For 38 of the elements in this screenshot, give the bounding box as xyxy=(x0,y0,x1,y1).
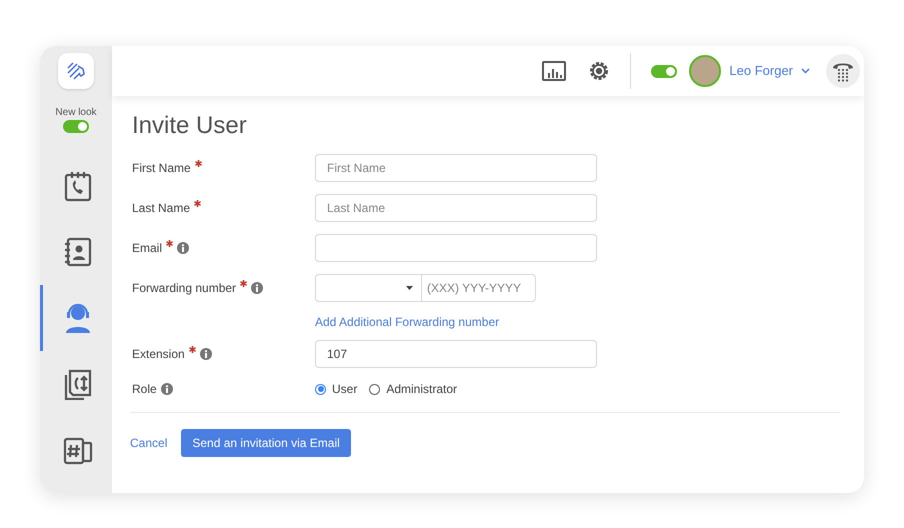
bar-chart-icon[interactable] xyxy=(542,61,566,81)
new-look-label: New look xyxy=(55,108,97,118)
radio-button[interactable] xyxy=(315,384,326,394)
field-label: Forwarding number xyxy=(132,280,236,297)
cancel-link[interactable]: Cancel xyxy=(130,434,168,452)
toggle-switch[interactable] xyxy=(651,64,678,78)
field-label: First Name xyxy=(132,160,191,177)
field-label: Extension xyxy=(132,346,185,363)
avatar[interactable] xyxy=(689,55,722,87)
text-input[interactable]: Last Name xyxy=(315,194,597,222)
add-number-link[interactable]: Add Additional Forwarding number xyxy=(315,316,536,328)
info-icon[interactable] xyxy=(200,348,212,360)
radio-button[interactable] xyxy=(369,384,380,394)
caret-icon xyxy=(406,286,413,290)
logo-icon xyxy=(65,60,87,82)
settings-icon[interactable] xyxy=(588,60,610,82)
field-label: Role xyxy=(132,381,157,398)
toggle-switch[interactable] xyxy=(62,120,89,133)
dialpad-button[interactable] xyxy=(826,54,860,88)
info-icon[interactable] xyxy=(251,282,264,294)
user-name[interactable]: Leo Forger xyxy=(729,61,793,81)
field-label: Last Name xyxy=(132,200,190,217)
text-input[interactable] xyxy=(315,234,597,262)
text-input[interactable]: First Name xyxy=(315,154,597,182)
phone-input[interactable]: (XXX) YYY-YYYY xyxy=(422,274,536,302)
radio-label: User xyxy=(332,381,358,398)
calendar-phone-icon xyxy=(62,170,92,202)
send-invitation-button[interactable]: Send an invitation via Email xyxy=(181,429,351,457)
page-title: Invite User xyxy=(132,114,248,138)
info-icon[interactable] xyxy=(177,242,190,254)
text-input[interactable]: 107 xyxy=(315,340,597,368)
info-icon[interactable] xyxy=(160,383,173,395)
chevron-down-icon[interactable] xyxy=(801,68,810,74)
radio-label: Administrator xyxy=(386,381,458,398)
field-label: Email xyxy=(132,240,162,257)
logo[interactable] xyxy=(58,53,94,89)
address-book-icon xyxy=(62,236,92,268)
call-routing-icon xyxy=(62,368,92,400)
